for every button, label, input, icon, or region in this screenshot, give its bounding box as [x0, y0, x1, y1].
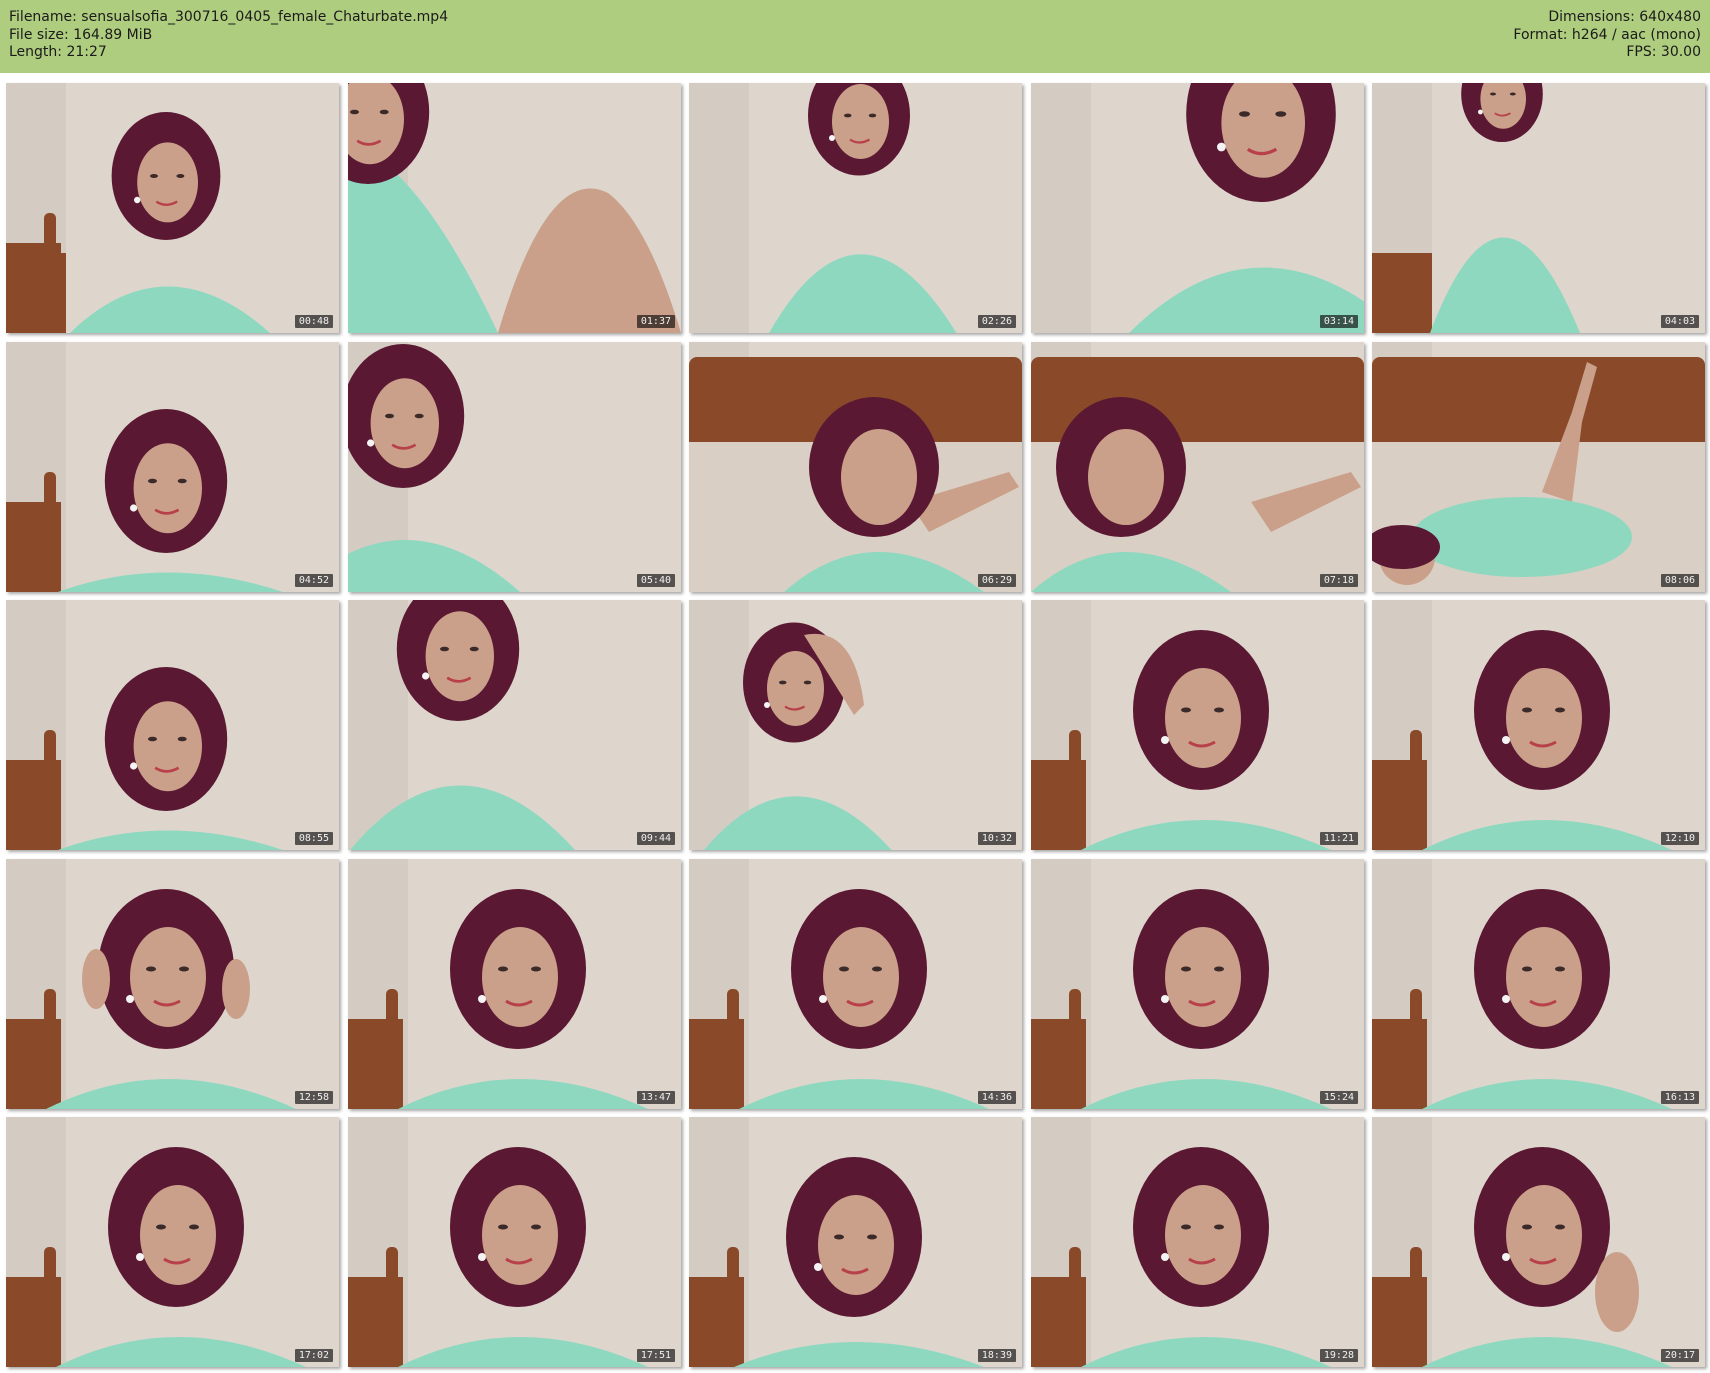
frame-image: [1372, 859, 1705, 1109]
timestamp-label: 17:02: [294, 1349, 333, 1362]
video-thumbnail[interactable]: 10:32: [689, 600, 1022, 850]
frame-image: [6, 1117, 339, 1367]
timestamp-label: 20:17: [1660, 1349, 1699, 1362]
frame-image: [348, 342, 681, 592]
timestamp-label: 08:06: [1660, 574, 1699, 587]
video-thumbnail[interactable]: 04:03: [1372, 83, 1705, 333]
frame-image: [1372, 83, 1705, 333]
timestamp-label: 00:48: [294, 315, 333, 328]
frame-image: [1372, 1117, 1705, 1367]
timestamp-label: 07:18: [1319, 574, 1358, 587]
timestamp-label: 06:29: [977, 574, 1016, 587]
frame-image: [689, 859, 1022, 1109]
timestamp-label: 14:36: [977, 1091, 1016, 1104]
video-thumbnail[interactable]: 08:55: [6, 600, 339, 850]
timestamp-label: 16:13: [1660, 1091, 1699, 1104]
timestamp-label: 19:28: [1319, 1349, 1358, 1362]
timestamp-label: 15:24: [1319, 1091, 1358, 1104]
frame-image: [689, 600, 1022, 850]
timestamp-label: 12:10: [1660, 832, 1699, 845]
length-text: Length: 21:27: [9, 44, 107, 60]
video-thumbnail[interactable]: 01:37: [348, 83, 681, 333]
timestamp-label: 04:52: [294, 574, 333, 587]
video-thumbnail[interactable]: 19:28: [1031, 1117, 1364, 1367]
info-header: Filename: sensualsofia_300716_0405_femal…: [0, 0, 1710, 73]
frame-image: [6, 859, 339, 1109]
video-thumbnail[interactable]: 13:47: [348, 859, 681, 1109]
timestamp-label: 02:26: [977, 315, 1016, 328]
video-thumbnail[interactable]: 08:06: [1372, 342, 1705, 592]
frame-image: [348, 859, 681, 1109]
timestamp-label: 18:39: [977, 1349, 1016, 1362]
video-thumbnail[interactable]: 00:48: [6, 83, 339, 333]
file-info-left: Filename: sensualsofia_300716_0405_femal…: [9, 9, 448, 62]
filename-text: Filename: sensualsofia_300716_0405_femal…: [9, 9, 449, 25]
video-thumbnail[interactable]: 12:10: [1372, 600, 1705, 850]
timestamp-label: 05:40: [636, 574, 675, 587]
frame-image: [348, 83, 681, 333]
timestamp-label: 04:03: [1660, 315, 1699, 328]
dimensions-text: Dimensions: 640x480: [1548, 9, 1701, 25]
video-thumbnail[interactable]: 04:52: [6, 342, 339, 592]
timestamp-label: 03:14: [1319, 315, 1358, 328]
frame-image: [6, 83, 339, 333]
filesize-text: File size: 164.89 MiB: [9, 26, 153, 43]
timestamp-label: 09:44: [636, 832, 675, 845]
frame-image: [1031, 1117, 1364, 1367]
frame-image: [1372, 342, 1705, 592]
video-thumbnail[interactable]: 20:17: [1372, 1117, 1705, 1367]
timestamp-label: 11:21: [1319, 832, 1358, 845]
timestamp-label: 17:51: [636, 1349, 675, 1362]
timestamp-label: 08:55: [294, 832, 333, 845]
timestamp-label: 13:47: [636, 1091, 675, 1104]
thumbnail-grid: 00:48 01:37 02:26 03:14 04:03 04:52 05:40 06:29…: [6, 83, 1705, 1368]
frame-image: [1031, 83, 1364, 333]
format-text: Format: h264 / aac (mono): [1513, 26, 1701, 43]
video-thumbnail[interactable]: 07:18: [1031, 342, 1364, 592]
video-thumbnail[interactable]: 11:21: [1031, 600, 1364, 850]
video-thumbnail[interactable]: 14:36: [689, 859, 1022, 1109]
frame-image: [1031, 600, 1364, 850]
timestamp-label: 12:58: [294, 1091, 333, 1104]
video-thumbnail[interactable]: 03:14: [1031, 83, 1364, 333]
video-thumbnail[interactable]: 12:58: [6, 859, 339, 1109]
frame-image: [1031, 342, 1364, 592]
file-info-right: Dimensions: 640x480 Format: h264 / aac (…: [1513, 9, 1701, 62]
video-thumbnail[interactable]: 16:13: [1372, 859, 1705, 1109]
video-thumbnail[interactable]: 18:39: [689, 1117, 1022, 1367]
video-thumbnail[interactable]: 06:29: [689, 342, 1022, 592]
frame-image: [6, 342, 339, 592]
frame-image: [1372, 600, 1705, 850]
video-thumbnail[interactable]: 17:51: [348, 1117, 681, 1367]
video-thumbnail[interactable]: 02:26: [689, 83, 1022, 333]
frame-image: [348, 1117, 681, 1367]
frame-image: [348, 600, 681, 850]
video-thumbnail[interactable]: 15:24: [1031, 859, 1364, 1109]
frame-image: [1031, 859, 1364, 1109]
video-thumbnail[interactable]: 17:02: [6, 1117, 339, 1367]
fps-text: FPS: 30.00: [1626, 44, 1701, 60]
video-thumbnail[interactable]: 09:44: [348, 600, 681, 850]
frame-image: [689, 1117, 1022, 1367]
frame-image: [689, 342, 1022, 592]
timestamp-label: 10:32: [977, 832, 1016, 845]
timestamp-label: 01:37: [636, 315, 675, 328]
frame-image: [6, 600, 339, 850]
frame-image: [689, 83, 1022, 333]
video-thumbnail[interactable]: 05:40: [348, 342, 681, 592]
